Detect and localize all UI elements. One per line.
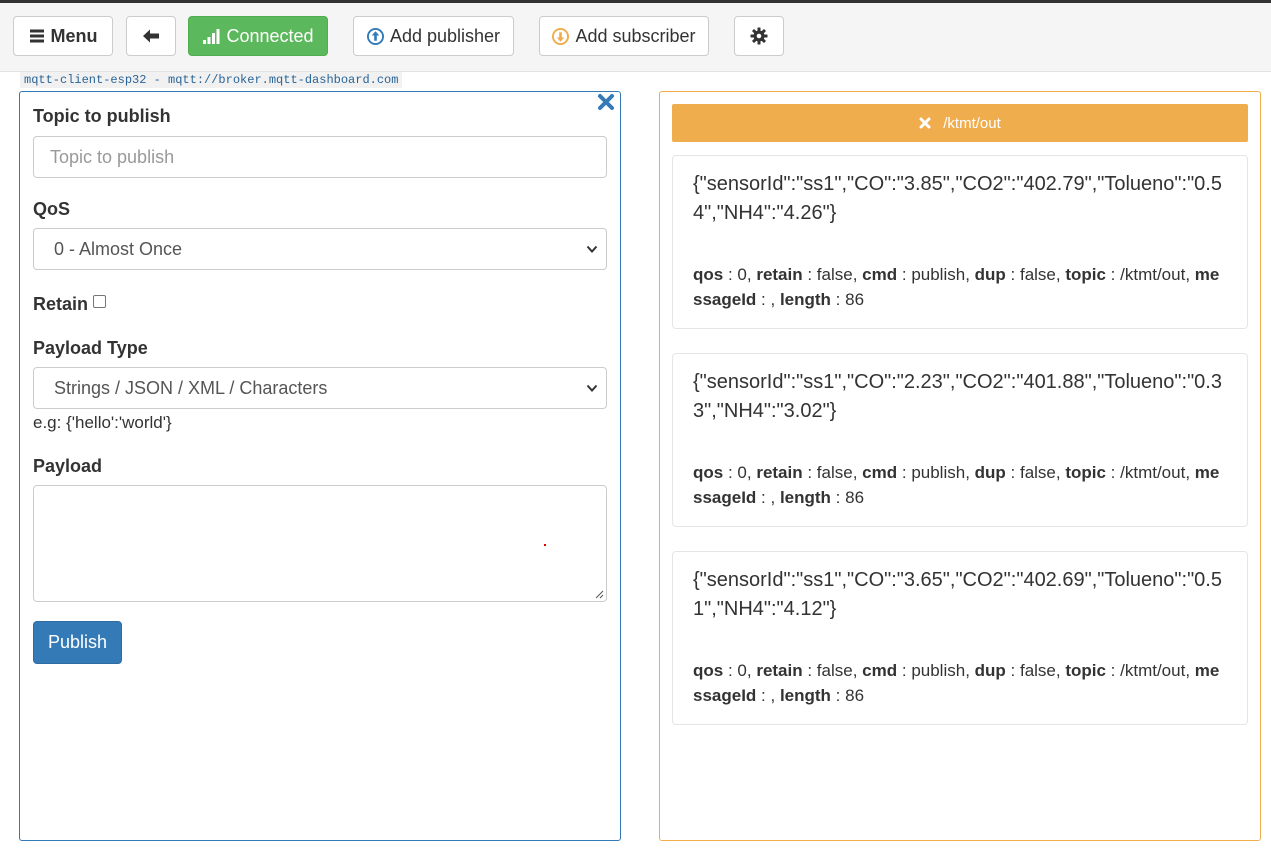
chevron-down-icon [586,384,598,392]
client-connection-label: mqtt-client-esp32 - mqtt://broker.mqtt-d… [20,72,403,88]
chevron-down-icon [586,245,598,253]
payload-type-select[interactable]: Strings / JSON / XML / Characters [33,367,607,409]
hamburger-icon [29,29,44,43]
message-meta: qos : 0, retain : false, cmd : publish, … [693,265,1220,309]
message-payload: {"sensorId":"ss1","CO":"2.23","CO2":"401… [693,371,1222,422]
retain-checkbox[interactable] [93,295,106,308]
subscription-topic-bar[interactable]: /ktmt/out [672,104,1248,142]
gear-icon [750,27,768,45]
back-button[interactable] [126,16,176,56]
message-payload: {"sensorId":"ss1","CO":"3.65","CO2":"402… [693,569,1222,620]
settings-button[interactable] [734,16,784,56]
qos-selected-value: 0 - Almost Once [54,238,183,259]
payload-type-label: Payload Type [33,338,148,358]
menu-button[interactable]: Menu [13,16,113,56]
message-card: {"sensorId":"ss1","CO":"3.85","CO2":"402… [672,155,1248,329]
payload-textarea[interactable] [33,485,607,602]
toolbar: Menu Connected Add publisher Add subscri… [0,3,1271,72]
close-icon[interactable] [919,117,931,129]
connection-status-button[interactable]: Connected [188,16,328,56]
message-meta: qos : 0, retain : false, cmd : publish, … [693,661,1220,705]
message-payload: {"sensorId":"ss1","CO":"3.85","CO2":"402… [693,173,1222,224]
resize-handle-icon[interactable] [594,589,604,599]
payload-label: Payload [33,456,103,476]
add-subscriber-button[interactable]: Add subscriber [539,16,709,56]
menu-button-label: Menu [50,25,98,46]
topic-label: Topic to publish [33,106,171,126]
topic-input[interactable]: Topic to publish [33,136,607,178]
add-subscriber-label: Add subscriber [575,25,696,46]
payload-type-selected-value: Strings / JSON / XML / Characters [54,377,328,398]
retain-label: Retain [33,294,89,314]
topic-input-placeholder: Topic to publish [50,146,175,167]
arrow-up-circle-icon [366,27,384,45]
add-publisher-button[interactable]: Add publisher [353,16,514,56]
subscription-topic-label: /ktmt/out [943,114,1001,132]
publish-button[interactable]: Publish [33,621,122,664]
message-meta: qos : 0, retain : false, cmd : publish, … [693,463,1220,507]
publisher-panel: Topic to publish Topic to publish QoS 0 … [19,91,621,841]
message-card: {"sensorId":"ss1","CO":"3.65","CO2":"402… [672,551,1248,725]
message-card: {"sensorId":"ss1","CO":"2.23","CO2":"401… [672,353,1248,527]
connection-status-label: Connected [226,25,314,46]
arrow-down-circle-icon [552,27,570,45]
arrow-left-icon [143,29,159,43]
payload-hint: e.g: {'hello':'world'} [33,413,172,432]
close-icon[interactable] [597,93,615,111]
qos-select[interactable]: 0 - Almost Once [33,228,607,270]
cursor-dot [544,544,546,546]
qos-label: QoS [33,199,71,219]
subscriber-panel: /ktmt/out {"sensorId":"ss1","CO":"3.85",… [659,91,1261,841]
add-publisher-label: Add publisher [389,25,501,46]
signal-bars-icon [203,29,220,44]
